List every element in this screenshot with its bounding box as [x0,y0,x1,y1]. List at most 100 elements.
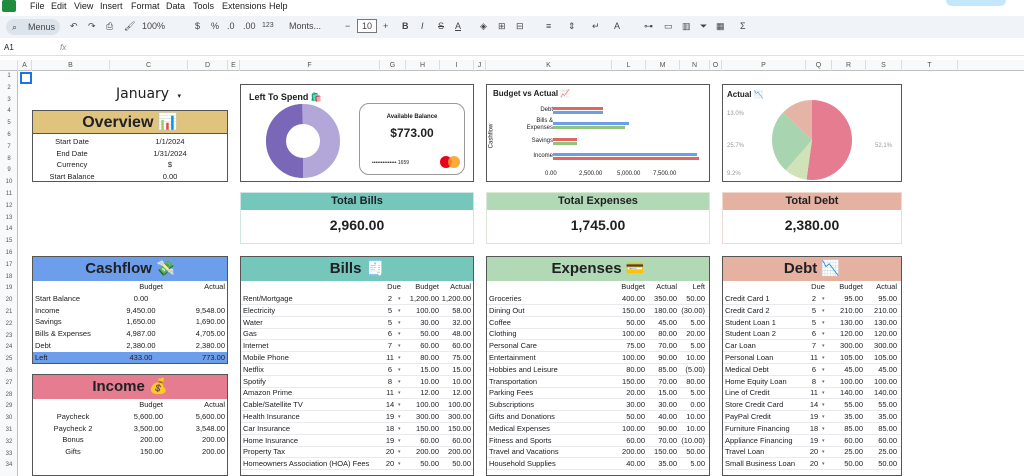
debt-budget[interactable]: 105.00 [829,352,863,363]
vertical-align-icon[interactable]: ⇕ [568,20,576,32]
col-header[interactable]: N [680,60,710,71]
decrease-font-icon[interactable]: − [345,20,350,32]
col-header[interactable]: P [722,60,806,71]
dropdown-arrow-icon[interactable]: ▾ [398,341,404,352]
bill-actual[interactable]: 10.00 [437,376,471,387]
bill-actual[interactable]: 48.00 [437,328,471,339]
expense-actual[interactable]: 70.00 [643,340,677,351]
col-header[interactable]: M [646,60,680,71]
italic-icon[interactable]: I [421,20,424,32]
col-header[interactable]: E [228,60,240,71]
expense-budget[interactable]: 50.00 [611,317,645,328]
bill-actual[interactable]: 15.00 [437,364,471,375]
dropdown-arrow-icon[interactable]: ▾ [398,388,404,399]
col-header[interactable]: S [866,60,902,71]
col-header[interactable]: T [902,60,958,71]
font-size-input[interactable]: 10 [357,19,378,33]
col-header[interactable]: H [406,60,440,71]
row-header[interactable]: 29 [0,403,18,409]
row-header[interactable]: 12 [0,203,18,209]
col-header[interactable]: F [240,60,380,71]
bill-actual[interactable]: 58.00 [437,305,471,316]
col-header[interactable]: B [32,60,110,71]
expense-budget[interactable]: 60.00 [611,435,645,446]
debt-actual[interactable]: 130.00 [863,317,897,328]
share-button[interactable] [946,0,1006,6]
row-header[interactable]: 21 [0,309,18,315]
selected-cell[interactable] [20,72,32,84]
menu-help[interactable]: Help [269,0,288,12]
row-header[interactable]: 14 [0,226,18,232]
dropdown-arrow-icon[interactable]: ▾ [398,306,404,317]
bill-actual[interactable]: 150.00 [437,423,471,434]
debt-budget[interactable]: 140.00 [829,387,863,398]
dropdown-arrow-icon[interactable]: ▾ [398,459,404,470]
row-header[interactable]: 2 [0,85,18,91]
row-header[interactable]: 5 [0,120,18,126]
row-header[interactable]: 19 [0,285,18,291]
percent-format-button[interactable]: % [211,20,219,32]
debt-budget[interactable]: 25.00 [829,446,863,457]
debt-due[interactable]: 6 [805,328,823,339]
paint-format-icon[interactable]: 🖌 [124,20,135,32]
income-budget[interactable]: 200.00 [93,434,163,445]
debt-actual[interactable]: 95.00 [863,293,897,304]
row-header[interactable]: 4 [0,108,18,114]
bill-budget[interactable]: 10.00 [405,376,439,387]
bill-budget[interactable]: 50.00 [405,458,439,469]
dropdown-arrow-icon[interactable]: ▾ [822,400,828,411]
debt-budget[interactable]: 50.00 [829,458,863,469]
expense-budget[interactable]: 50.00 [611,411,645,422]
expense-budget[interactable]: 200.00 [611,446,645,457]
col-header[interactable]: J [474,60,486,71]
dropdown-arrow-icon[interactable]: ▾ [822,377,828,388]
expense-actual[interactable]: 40.00 [643,411,677,422]
bill-actual[interactable]: 200.00 [437,446,471,457]
dropdown-arrow-icon[interactable]: ▾ [822,424,828,435]
number-format-button[interactable]: 123 [262,20,274,32]
debt-due[interactable]: 19 [805,435,823,446]
row-header[interactable]: 30 [0,415,18,421]
bill-due[interactable]: 6 [381,328,399,339]
debt-due[interactable]: 19 [805,411,823,422]
debt-actual[interactable]: 50.00 [863,458,897,469]
bill-budget[interactable]: 100.00 [405,399,439,410]
dropdown-arrow-icon[interactable]: ▾ [398,377,404,388]
menu-format[interactable]: Format [131,0,160,12]
debt-actual[interactable]: 100.00 [863,376,897,387]
bill-due[interactable]: 11 [381,352,399,363]
income-actual[interactable]: 200.00 [157,446,225,457]
dropdown-arrow-icon[interactable]: ▾ [398,365,404,376]
expense-actual[interactable]: 350.00 [643,293,677,304]
expense-actual[interactable]: 80.00 [643,328,677,339]
bill-actual[interactable]: 300.00 [437,411,471,422]
overview-value[interactable]: 0.00 [111,171,229,182]
row-header[interactable]: 8 [0,156,18,162]
debt-budget[interactable]: 60.00 [829,435,863,446]
text-wrap-icon[interactable]: ↵ [592,20,600,32]
debt-actual[interactable]: 35.00 [863,411,897,422]
bill-budget[interactable]: 60.00 [405,340,439,351]
merge-cells-icon[interactable]: ⊟ [516,20,524,32]
decrease-decimal-button[interactable]: .0 [227,20,235,32]
debt-budget[interactable]: 100.00 [829,376,863,387]
bill-actual[interactable]: 50.00 [437,458,471,469]
debt-actual[interactable]: 140.00 [863,387,897,398]
filter-views-icon[interactable]: ▦ [716,20,725,32]
bill-budget[interactable]: 15.00 [405,364,439,375]
bill-due[interactable]: 6 [381,364,399,375]
debt-actual[interactable]: 25.00 [863,446,897,457]
debt-budget[interactable]: 45.00 [829,364,863,375]
income-budget[interactable]: 150.00 [93,446,163,457]
bill-budget[interactable]: 80.00 [405,352,439,363]
bill-due[interactable]: 8 [381,376,399,387]
month-selector[interactable]: January ▾ [116,86,181,102]
debt-budget[interactable]: 120.00 [829,328,863,339]
row-header[interactable]: 24 [0,344,18,350]
bill-due[interactable]: 19 [381,411,399,422]
row-header[interactable]: 15 [0,238,18,244]
income-actual[interactable]: 3,548.00 [157,423,225,434]
col-header[interactable]: O [710,60,722,71]
debt-budget[interactable]: 85.00 [829,423,863,434]
debt-actual[interactable]: 85.00 [863,423,897,434]
